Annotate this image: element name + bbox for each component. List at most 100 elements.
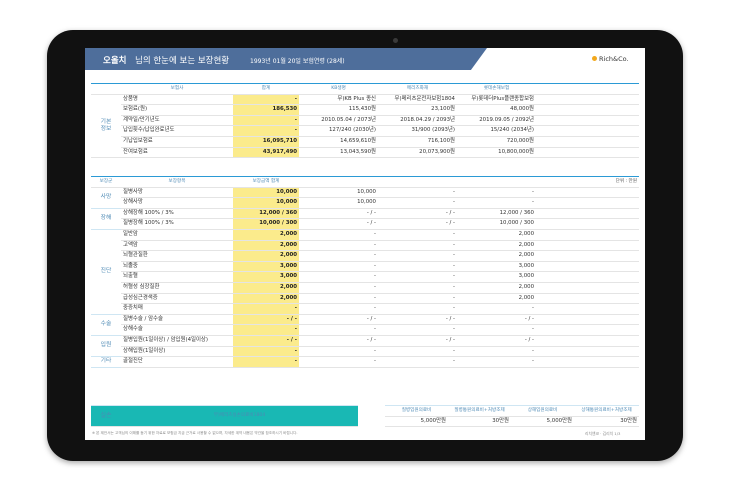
silson-col-2: 질병통원의료비+처방조제	[448, 405, 511, 417]
basic-row: 납입횟수/납입완료년도 -127/240 (2030년) 31/900 (2093년…	[91, 125, 639, 137]
coverage-group-label: 장해	[91, 208, 121, 230]
silson-product: 무)메리츠실손의료비1804	[121, 404, 358, 428]
coverage-item-value: -	[378, 346, 457, 358]
basic-row-value: 15/240 (2034년)	[457, 125, 536, 137]
silson-header-row: 실손 무)메리츠실손의료비1804 질병입원의료비 질병통원의료비+처방조제 상…	[91, 404, 639, 428]
silson-col-3: 상해입원의료비	[511, 405, 574, 417]
col-insurer: 보험사	[121, 83, 233, 95]
basic-row-value: 48,000원	[457, 104, 536, 116]
basic-row-value: 2018.04.29 / 2093년	[378, 115, 457, 127]
coverage-item-total: 2,000	[233, 293, 299, 305]
basic-row-value: 716,100원	[378, 136, 457, 148]
coverage-item-total: - / -	[233, 314, 299, 326]
basic-header-row: 보험사 합계 KB생명 메리츠화재 롯데손해보험	[91, 83, 639, 95]
coverage-row: 상해수술 - - - -	[91, 324, 639, 336]
empty-cell	[536, 303, 639, 315]
coverage-item-label: 상해입원(1일이상)	[121, 346, 233, 358]
coverage-item-value: 2,000	[457, 250, 536, 262]
empty-cell	[536, 250, 639, 262]
coverage-item-value: -	[299, 271, 378, 283]
empty-cell	[536, 314, 639, 326]
basic-row-total: 43,917,490	[233, 147, 299, 159]
basic-row-value: 13,043,590원	[299, 147, 378, 159]
basic-row-value: 무)KB Plus 종신	[299, 94, 378, 106]
coverage-item-label: 상해사망	[121, 197, 233, 209]
basic-row-label: 잔여보험료	[121, 147, 233, 159]
coverage-item-value: -	[378, 282, 457, 294]
coverage-item-value: 2,000	[457, 282, 536, 294]
basic-row-label: 상품명	[121, 94, 233, 106]
basic-row-value: 2010.05.04 / 2073년	[299, 115, 378, 127]
coverage-item-value: 2,000	[457, 229, 536, 241]
coverage-row: 사망 질병사망 10,000 10,000- -	[91, 187, 639, 209]
coverage-item-value: -	[378, 293, 457, 305]
coverage-item-value: -	[457, 187, 536, 199]
coverage-item-value: -	[299, 356, 378, 368]
basic-row-label: 계약일/만기년도	[121, 115, 233, 127]
col-company-3: 롯데손해보험	[457, 83, 536, 95]
brand-logo: Rich&Co.	[592, 55, 629, 63]
basic-row-value: 10,800,000원	[457, 147, 536, 159]
coverage-item-total: -	[233, 324, 299, 336]
basic-row-label: 보험료(원)	[121, 104, 233, 116]
silson-value-3: 5,000만원	[511, 416, 574, 428]
empty-cell	[536, 208, 639, 220]
col-company-1: KB생명	[299, 83, 378, 95]
coverage-item-value: - / -	[378, 335, 457, 347]
coverage-item-value: - / -	[299, 218, 378, 230]
coverage-row: 뇌출혈 3,000- -3,000	[91, 271, 639, 283]
coverage-item-value: -	[378, 261, 457, 273]
coverage-item-label: 뇌혈관질환	[121, 250, 233, 262]
coverage-item-total: 12,000 / 360	[233, 208, 299, 220]
basic-row-value: 무)메리츠운전자보험1804	[378, 94, 457, 106]
coverage-item-total: - / -	[233, 335, 299, 347]
empty-cell	[536, 147, 639, 159]
coverage-item-value: 10,000 / 300	[457, 218, 536, 230]
coverage-item-value: -	[299, 229, 378, 241]
coverage-item-total: 2,000	[233, 229, 299, 241]
page-indicator: 리치앤코 · 김리치 1/3	[585, 431, 621, 436]
unit-label: 단위 : 만원	[536, 176, 639, 188]
coverage-item-label: 질병수술 / 암수술	[121, 314, 233, 326]
coverage-table: 보장군 보장항목 보장금액 합계 단위 : 만원 사망 질병사망 10,000 10,…	[91, 176, 639, 368]
coverage-item-label: 뇌출혈	[121, 271, 233, 283]
coverage-item-label: 고액암	[121, 240, 233, 252]
coverage-group-label: 입원	[91, 335, 121, 358]
coverage-item-value: -	[378, 229, 457, 241]
coverage-item-value: - / -	[457, 335, 536, 347]
coverage-item-label: 상해수술	[121, 324, 233, 336]
coverage-item-value: -	[299, 324, 378, 336]
basic-row-value: 무)롯데더Plus플랜종합보험	[457, 94, 536, 106]
empty-cell	[536, 115, 639, 127]
coverage-item-label: 중증치매	[121, 303, 233, 315]
coverage-item-total: 2,000	[233, 240, 299, 252]
coverage-item-total: 10,000	[233, 187, 299, 199]
footnote: ※ 본 제안서는 고객님의 이해를 돕기 위한 자료로 보험금 지급 근거로 사…	[92, 431, 298, 435]
coverage-row: 뇌혈관질환 2,000- -2,000	[91, 250, 639, 262]
coverage-row: 수술 질병수술 / 암수술 - / -- / -- / -- / -	[91, 314, 639, 336]
empty-cell	[536, 136, 639, 148]
basic-row-value: 20,073,900원	[378, 147, 457, 159]
silson-value-1: 5,000만원	[385, 416, 448, 428]
empty-cell	[536, 356, 639, 368]
coverage-group-label: 수술	[91, 314, 121, 336]
coverage-item-value: -	[457, 197, 536, 209]
coverage-item-value: -	[299, 282, 378, 294]
basic-row-total: -	[233, 125, 299, 137]
coverage-item-total: 10,000 / 300	[233, 218, 299, 230]
empty-cell	[536, 282, 639, 294]
silson-label: 실손	[91, 404, 121, 428]
coverage-item-total: 3,000	[233, 271, 299, 283]
empty-cell	[536, 271, 639, 283]
empty-cell	[536, 125, 639, 137]
basic-row-value: 2019.09.05 / 2092년	[457, 115, 536, 127]
coverage-item-label: 일반암	[121, 229, 233, 241]
silson-value-2: 30만원	[448, 416, 511, 428]
coverage-item-value: - / -	[378, 314, 457, 326]
basic-row: 기납입보험료 16,095,710 14,659,610원 716,100원 720,0…	[91, 136, 639, 148]
basic-row-value: 14,659,610원	[299, 136, 378, 148]
coverage-item-total: -	[233, 346, 299, 358]
coverage-item-label: 질병장해 100% / 3%	[121, 218, 233, 230]
coverage-item-value: -	[378, 271, 457, 283]
silson-col-1: 질병입원의료비	[385, 405, 448, 417]
